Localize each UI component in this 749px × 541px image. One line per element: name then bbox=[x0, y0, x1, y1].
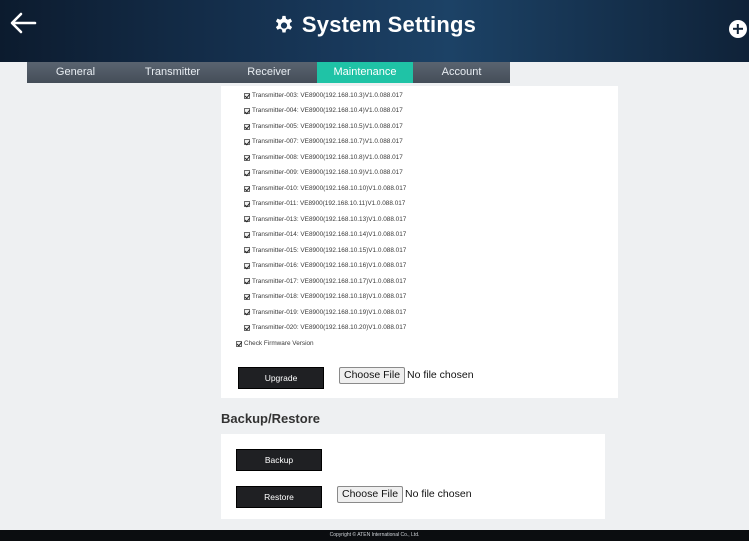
list-item: Transmitter-004: VE8900(192.168.10.4)V1.… bbox=[244, 103, 406, 118]
device-label: Transmitter-020: VE8900(192.168.10.20)V1… bbox=[252, 324, 407, 332]
plus-circle-icon[interactable] bbox=[729, 20, 747, 38]
list-item: Transmitter-015: VE8900(192.168.10.15)V1… bbox=[244, 243, 406, 258]
device-label: Transmitter-011: VE8900(192.168.10.11)V1… bbox=[252, 200, 406, 208]
footer-copyright: Copyright © ATEN International Co., Ltd. bbox=[0, 530, 749, 541]
list-item: Transmitter-009: VE8900(192.168.10.9)V1.… bbox=[244, 165, 406, 180]
upgrade-button[interactable]: Upgrade bbox=[238, 367, 324, 389]
backup-restore-heading: Backup/Restore bbox=[221, 411, 320, 426]
tab-general[interactable]: General bbox=[27, 62, 124, 83]
list-item: Transmitter-010: VE8900(192.168.10.10)V1… bbox=[244, 181, 406, 196]
device-label: Transmitter-016: VE8900(192.168.10.16)V1… bbox=[252, 262, 407, 270]
device-checkbox[interactable] bbox=[244, 185, 250, 192]
check-firmware-option: Check Firmware Version bbox=[236, 340, 314, 347]
device-checkbox[interactable] bbox=[244, 123, 250, 130]
device-checkbox[interactable] bbox=[244, 324, 250, 331]
list-item: Transmitter-011: VE8900(192.168.10.11)V1… bbox=[244, 196, 406, 211]
list-item: Transmitter-019: VE8900(192.168.10.19)V1… bbox=[244, 305, 406, 320]
restore-button[interactable]: Restore bbox=[236, 486, 322, 508]
list-item: Transmitter-007: VE8900(192.168.10.7)V1.… bbox=[244, 134, 406, 149]
device-checkbox[interactable] bbox=[244, 231, 250, 238]
restore-choose-file-button[interactable]: Choose File bbox=[337, 486, 404, 503]
device-checkbox[interactable] bbox=[244, 247, 250, 254]
page-title: System Settings bbox=[301, 12, 477, 37]
device-label: Transmitter-003: VE8900(192.168.10.3)V1.… bbox=[252, 92, 403, 99]
device-label: Transmitter-013: VE8900(192.168.10.13)V1… bbox=[252, 215, 407, 223]
list-item: Transmitter-014: VE8900(192.168.10.14)V1… bbox=[244, 227, 406, 242]
device-label: Transmitter-007: VE8900(192.168.10.7)V1.… bbox=[252, 138, 403, 146]
device-label: Transmitter-009: VE8900(192.168.10.9)V1.… bbox=[252, 169, 403, 177]
restore-file-status: No file chosen bbox=[405, 488, 472, 500]
device-label: Transmitter-018: VE8900(192.168.10.18)V1… bbox=[252, 293, 407, 301]
tab-transmitter[interactable]: Transmitter bbox=[124, 62, 221, 83]
check-firmware-label: Check Firmware Version bbox=[244, 340, 314, 347]
header-title-group: System Settings bbox=[0, 0, 749, 50]
device-label: Transmitter-004: VE8900(192.168.10.4)V1.… bbox=[252, 107, 403, 115]
device-label: Transmitter-019: VE8900(192.168.10.19)V1… bbox=[252, 308, 407, 316]
backup-button[interactable]: Backup bbox=[236, 449, 322, 471]
tab-account[interactable]: Account bbox=[413, 62, 510, 83]
device-checkbox[interactable] bbox=[244, 154, 250, 161]
device-label: Transmitter-014: VE8900(192.168.10.14)V1… bbox=[252, 231, 407, 239]
firmware-choose-file-button[interactable]: Choose File bbox=[339, 367, 406, 384]
backup-restore-panel: Backup Restore Choose File No file chose… bbox=[221, 434, 605, 519]
device-checkbox[interactable] bbox=[244, 309, 250, 316]
device-label: Transmitter-010: VE8900(192.168.10.10)V1… bbox=[252, 184, 407, 192]
device-checkbox[interactable] bbox=[244, 92, 250, 99]
list-item: Transmitter-013: VE8900(192.168.10.13)V1… bbox=[244, 212, 406, 227]
device-checkbox[interactable] bbox=[244, 108, 250, 115]
list-item: Transmitter-020: VE8900(192.168.10.20)V1… bbox=[244, 320, 406, 335]
gear-icon bbox=[275, 15, 292, 33]
device-label: Transmitter-008: VE8900(192.168.10.8)V1.… bbox=[252, 153, 403, 161]
device-checkbox[interactable] bbox=[244, 201, 250, 208]
device-label: Transmitter-015: VE8900(192.168.10.15)V1… bbox=[252, 246, 407, 254]
device-checkbox[interactable] bbox=[244, 139, 250, 146]
settings-tabs: General Transmitter Receiver Maintenance… bbox=[27, 62, 510, 83]
check-firmware-checkbox[interactable] bbox=[236, 340, 242, 347]
device-checkbox[interactable] bbox=[244, 278, 250, 285]
list-item: Transmitter-016: VE8900(192.168.10.16)V1… bbox=[244, 258, 406, 273]
list-item: Transmitter-008: VE8900(192.168.10.8)V1.… bbox=[244, 150, 406, 165]
device-checkbox[interactable] bbox=[244, 262, 250, 269]
device-checkbox[interactable] bbox=[244, 170, 250, 177]
firmware-upgrade-panel: Transmitter-003: VE8900(192.168.10.3)V1.… bbox=[221, 86, 618, 398]
tab-receiver[interactable]: Receiver bbox=[221, 62, 317, 83]
device-label: Transmitter-005: VE8900(192.168.10.5)V1.… bbox=[252, 122, 403, 130]
tab-maintenance[interactable]: Maintenance bbox=[317, 62, 413, 83]
header-bar: System Settings bbox=[0, 0, 749, 62]
device-label: Transmitter-017: VE8900(192.168.10.17)V1… bbox=[252, 277, 407, 285]
list-item: Transmitter-017: VE8900(192.168.10.17)V1… bbox=[244, 274, 406, 289]
firmware-file-status: No file chosen bbox=[407, 369, 474, 381]
device-list: Transmitter-003: VE8900(192.168.10.3)V1.… bbox=[244, 88, 406, 336]
list-item: Transmitter-018: VE8900(192.168.10.18)V1… bbox=[244, 289, 406, 304]
list-item: Transmitter-003: VE8900(192.168.10.3)V1.… bbox=[244, 88, 406, 103]
device-checkbox[interactable] bbox=[244, 293, 250, 300]
device-checkbox[interactable] bbox=[244, 216, 250, 223]
list-item: Transmitter-005: VE8900(192.168.10.5)V1.… bbox=[244, 119, 406, 134]
